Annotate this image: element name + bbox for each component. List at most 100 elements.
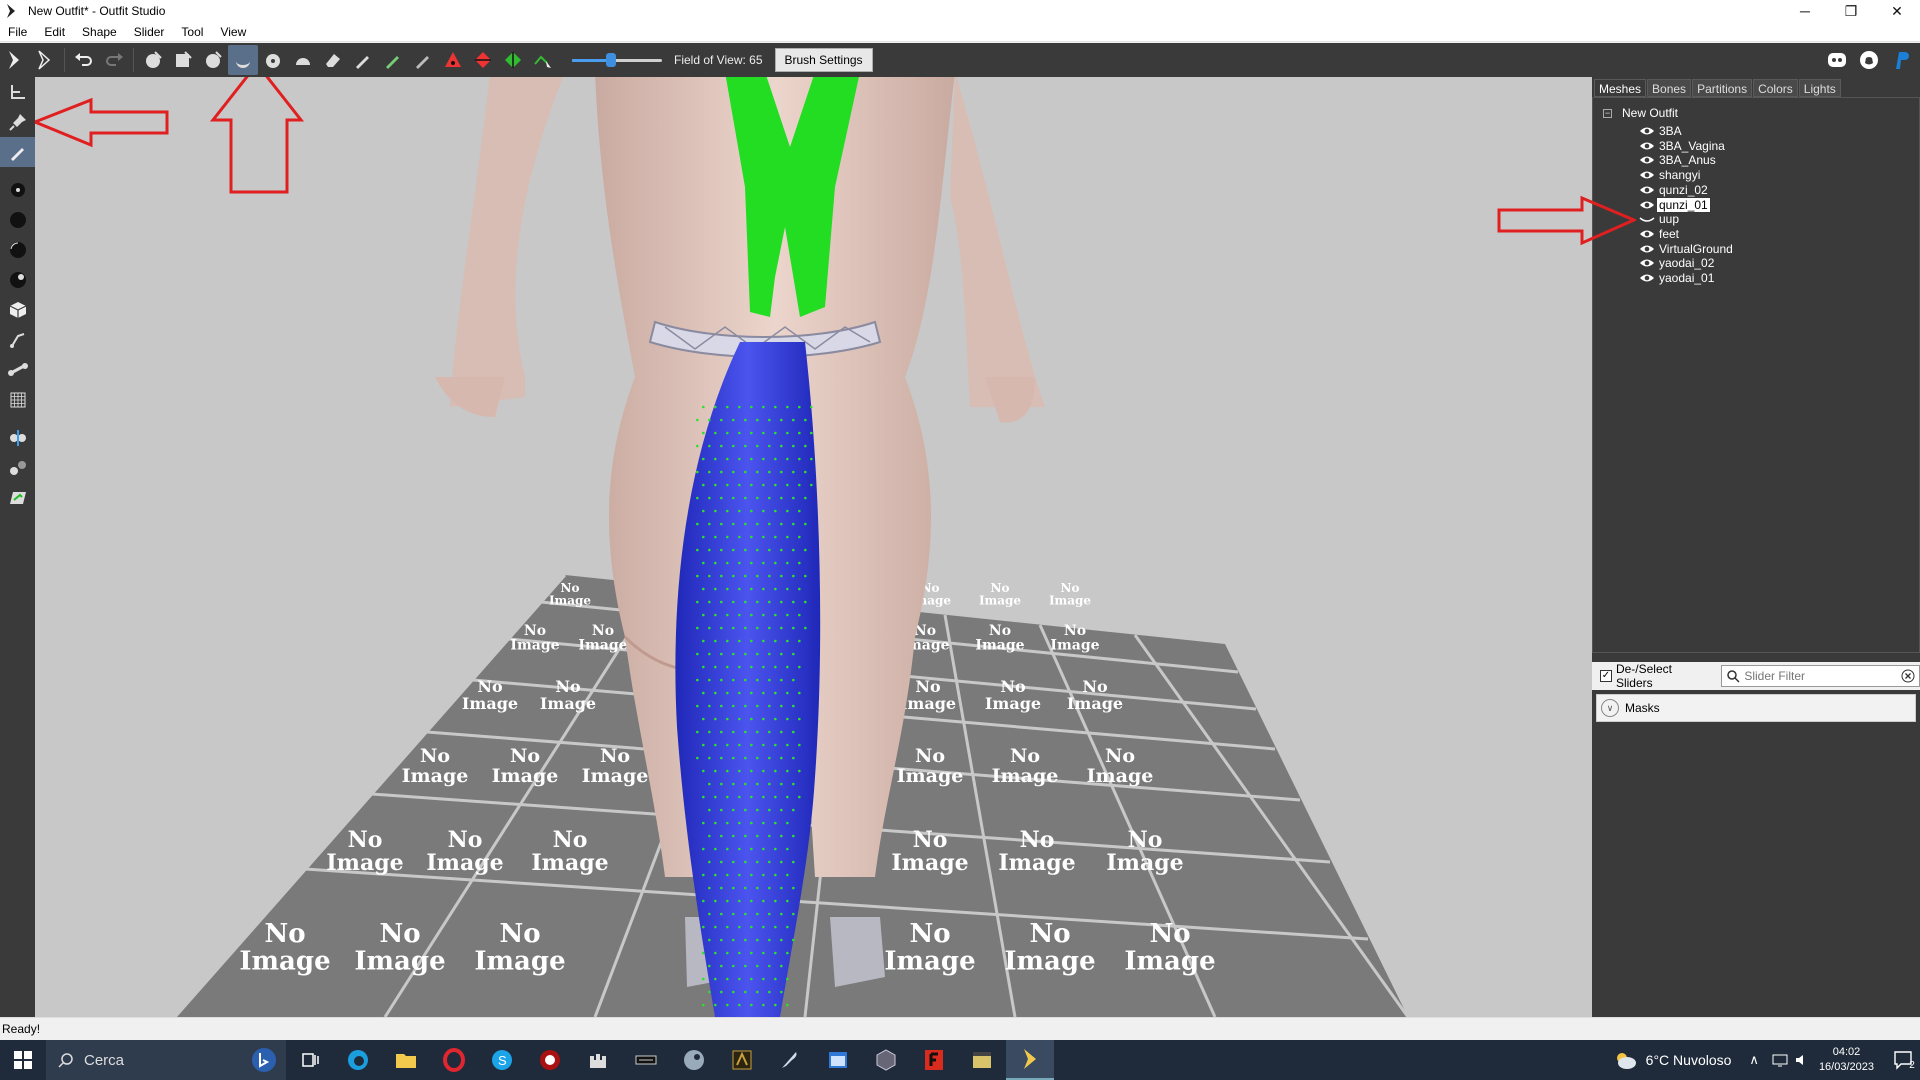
wireframe-toggle-button[interactable] bbox=[0, 295, 35, 325]
scene-render[interactable]: No ImageNo ImageNo ImageNo ImageNo ImageNo Ima… bbox=[35, 77, 1592, 1017]
window-app[interactable] bbox=[814, 1040, 862, 1080]
menu-file[interactable]: File bbox=[0, 22, 36, 42]
pen-app[interactable] bbox=[766, 1040, 814, 1080]
slider-filter-box[interactable] bbox=[1721, 665, 1920, 687]
load-reference-button[interactable] bbox=[0, 45, 30, 75]
brush-size-medium-button[interactable] bbox=[0, 205, 35, 235]
smooth-brush-button[interactable] bbox=[288, 45, 318, 75]
tab-meshes[interactable]: Meshes bbox=[1594, 79, 1647, 97]
inflate-brush-button[interactable] bbox=[198, 45, 228, 75]
menu-slider[interactable]: Slider bbox=[126, 22, 174, 42]
weather-widget[interactable]: 6°C Nuvoloso bbox=[1612, 1050, 1731, 1070]
mesh-tree-item[interactable]: VirtualGround bbox=[1639, 241, 1735, 257]
undiff-brush-button[interactable] bbox=[318, 45, 348, 75]
brush-settings-button[interactable]: Brush Settings bbox=[774, 48, 873, 72]
file-explorer-app[interactable] bbox=[382, 1040, 430, 1080]
transform-tool-button[interactable] bbox=[0, 77, 35, 107]
color-brush-button[interactable] bbox=[378, 45, 408, 75]
visibility-eye-icon[interactable] bbox=[1639, 243, 1655, 255]
brush-tool-button[interactable] bbox=[0, 137, 35, 167]
edge-app[interactable] bbox=[334, 1040, 382, 1080]
brush-size-xl-button[interactable] bbox=[0, 265, 35, 295]
fov-slider[interactable] bbox=[572, 50, 662, 70]
chevron-up-icon[interactable]: ∧ bbox=[1749, 1052, 1759, 1068]
clock[interactable]: 04:02 16/03/2023 bbox=[1819, 1045, 1874, 1075]
task-app[interactable] bbox=[958, 1040, 1006, 1080]
mesh-tree-item[interactable]: qunzi_01 bbox=[1639, 196, 1711, 213]
volume-icon[interactable] bbox=[1793, 1051, 1811, 1069]
visibility-eye-icon[interactable] bbox=[1639, 154, 1655, 166]
fov-slider-thumb[interactable] bbox=[606, 53, 616, 67]
discord-button[interactable] bbox=[1824, 47, 1850, 73]
collapse-vertex-button[interactable] bbox=[438, 45, 468, 75]
tree-root-outfit[interactable]: − New Outfit bbox=[1603, 106, 1678, 120]
mesh-tree-item[interactable]: 3BA_Anus bbox=[1639, 152, 1718, 168]
visibility-eye-icon[interactable] bbox=[1639, 199, 1655, 211]
visibility-eye-icon[interactable] bbox=[1639, 125, 1655, 137]
paypal-button[interactable] bbox=[1888, 47, 1914, 73]
mesh-tree-item[interactable]: uup bbox=[1639, 211, 1681, 227]
mask-brush-button[interactable] bbox=[168, 45, 198, 75]
weight-brush-button[interactable] bbox=[348, 45, 378, 75]
outfit-studio-app[interactable] bbox=[1006, 1040, 1054, 1080]
mesh-tree-item[interactable]: shangyi bbox=[1639, 167, 1702, 183]
split-edge-button[interactable] bbox=[498, 45, 528, 75]
vertex-tool-button[interactable] bbox=[0, 325, 35, 355]
steam-app[interactable] bbox=[670, 1040, 718, 1080]
alpha-brush-button[interactable] bbox=[408, 45, 438, 75]
menu-tool[interactable]: Tool bbox=[173, 22, 212, 42]
fallout-app[interactable] bbox=[910, 1040, 958, 1080]
opera-app[interactable] bbox=[430, 1040, 478, 1080]
bone-tool-button[interactable] bbox=[0, 355, 35, 385]
select-brush-button[interactable] bbox=[138, 45, 168, 75]
connected-only-button[interactable] bbox=[0, 453, 35, 483]
masks-slider-row[interactable]: ∨ Masks bbox=[1596, 694, 1916, 722]
brush-size-small-button[interactable] bbox=[0, 175, 35, 205]
move-brush-button[interactable] bbox=[258, 45, 288, 75]
mod-organizer-app[interactable] bbox=[622, 1040, 670, 1080]
deflate-brush-button[interactable] bbox=[228, 45, 258, 75]
global-brush-button[interactable] bbox=[0, 483, 35, 513]
taskbar-search[interactable]: Cerca bbox=[46, 1040, 286, 1080]
move-vertex-button[interactable] bbox=[528, 45, 558, 75]
tab-partitions[interactable]: Partitions bbox=[1692, 79, 1753, 97]
game-app-3[interactable] bbox=[718, 1040, 766, 1080]
visibility-eye-icon[interactable] bbox=[1639, 140, 1655, 152]
visibility-eye-icon[interactable] bbox=[1639, 228, 1655, 240]
pivot-tool-button[interactable] bbox=[0, 107, 35, 137]
3d-viewport[interactable]: No Image No Image No Image No Image No Image No Ima… bbox=[35, 77, 1592, 1017]
menu-shape[interactable]: Shape bbox=[74, 22, 126, 42]
clear-filter-icon[interactable] bbox=[1901, 669, 1915, 683]
tab-lights[interactable]: Lights bbox=[1798, 79, 1841, 97]
checkbox-checked-icon[interactable]: ✓ bbox=[1600, 670, 1612, 682]
close-button[interactable]: ✕ bbox=[1874, 0, 1920, 22]
mesh-tree[interactable]: − New Outfit 3BA 3BA_Vagina 3BA_Anus shangy… bbox=[1592, 97, 1920, 653]
skype-app[interactable]: S bbox=[478, 1040, 526, 1080]
hidden-eye-icon[interactable] bbox=[1639, 213, 1655, 225]
deselect-sliders-checkbox[interactable]: ✓ De-/Select Sliders bbox=[1600, 662, 1711, 690]
grid-toggle-button[interactable] bbox=[0, 385, 35, 415]
mesh-tree-item[interactable]: feet bbox=[1639, 226, 1681, 242]
tab-bones[interactable]: Bones bbox=[1647, 79, 1692, 97]
mirror-toggle-button[interactable] bbox=[0, 423, 35, 453]
nif-tool-app[interactable] bbox=[862, 1040, 910, 1080]
network-icon[interactable] bbox=[1771, 1051, 1789, 1069]
mesh-tree-item[interactable]: yaodai_01 bbox=[1639, 270, 1716, 286]
mesh-tree-item[interactable]: 3BA bbox=[1639, 123, 1684, 139]
menu-view[interactable]: View bbox=[212, 22, 255, 42]
tab-colors[interactable]: Colors bbox=[1753, 79, 1798, 97]
load-outfit-button[interactable] bbox=[30, 45, 60, 75]
redo-button[interactable] bbox=[99, 45, 129, 75]
github-button[interactable] bbox=[1856, 47, 1882, 73]
mesh-tree-item[interactable]: yaodai_02 bbox=[1639, 255, 1716, 271]
flip-edge-button[interactable] bbox=[468, 45, 498, 75]
chevron-down-icon[interactable]: ∨ bbox=[1601, 699, 1619, 717]
brush-size-large-button[interactable] bbox=[0, 235, 35, 265]
start-button[interactable] bbox=[0, 1040, 46, 1080]
undo-button[interactable] bbox=[69, 45, 99, 75]
notification-center-button[interactable]: 2 bbox=[1888, 1040, 1920, 1080]
task-view-button[interactable] bbox=[286, 1040, 334, 1080]
visibility-eye-icon[interactable] bbox=[1639, 272, 1655, 284]
menu-edit[interactable]: Edit bbox=[36, 22, 74, 42]
visibility-eye-icon[interactable] bbox=[1639, 184, 1655, 196]
